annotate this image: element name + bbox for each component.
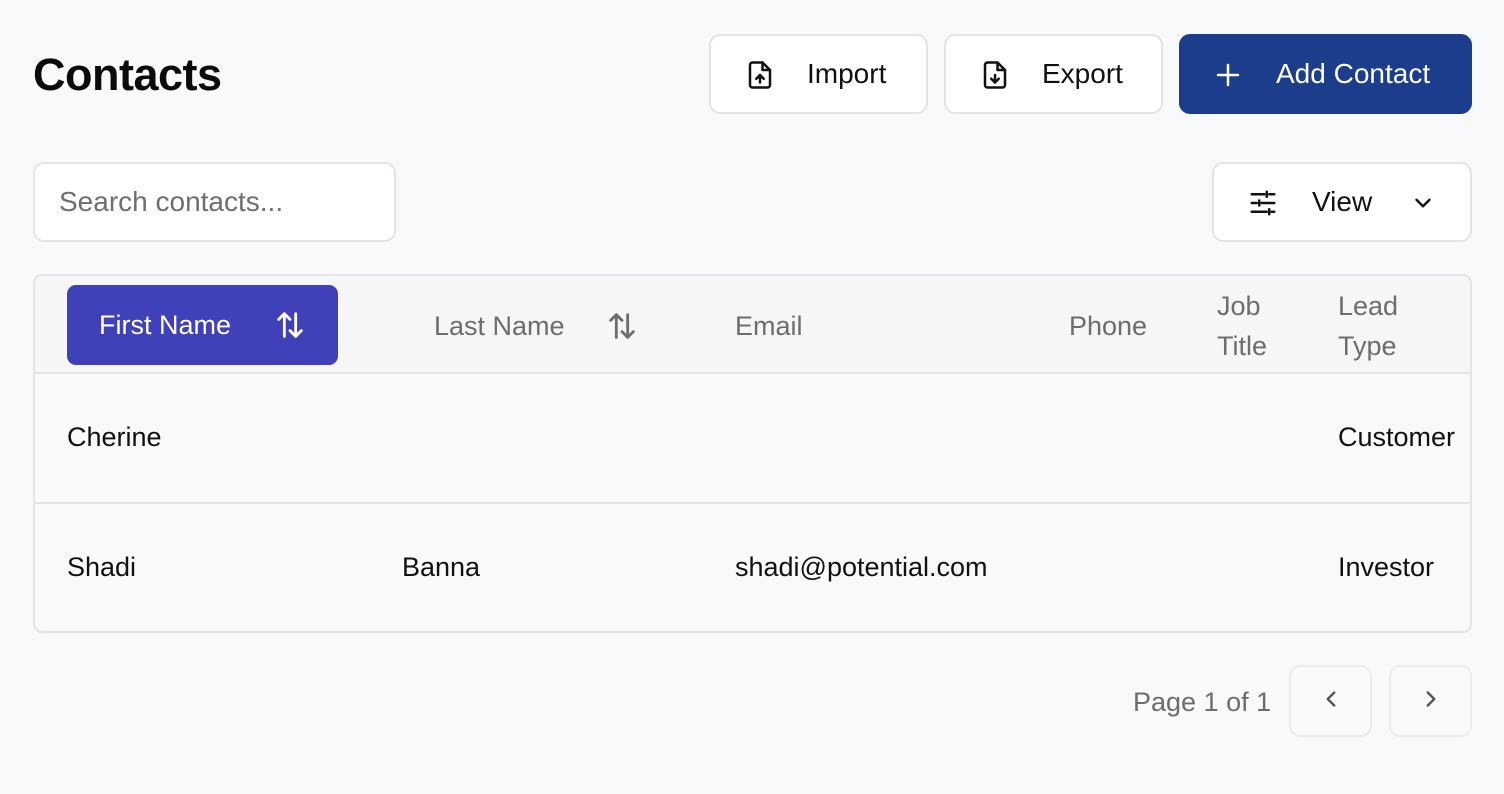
previous-page-button[interactable] [1289, 665, 1372, 737]
cell-email: shadi@potential.com [735, 552, 988, 582]
search-input[interactable] [33, 162, 396, 242]
sort-arrows-icon [273, 308, 307, 342]
chevron-left-icon [1318, 686, 1344, 717]
plus-icon [1213, 60, 1243, 90]
column-header-lead-type: Lead Type [1338, 291, 1399, 361]
next-page-button[interactable] [1389, 665, 1472, 737]
column-header-job-title: Job Title [1217, 291, 1268, 361]
sort-arrows-icon[interactable] [605, 309, 639, 343]
file-upload-icon [745, 60, 775, 90]
cell-first-name: Cherine [67, 422, 162, 452]
cell-lead-type: Customer [1338, 422, 1456, 452]
view-label: View [1312, 186, 1373, 217]
table-header: First Name Last Name Email Phone Job Tit… [35, 276, 1470, 374]
cell-first-name: Shadi [67, 552, 137, 582]
column-header-phone: Phone [1069, 311, 1148, 341]
table-row[interactable]: Cherine Customer [35, 374, 1470, 504]
sliders-icon [1248, 188, 1278, 218]
cell-lead-type: Investor [1338, 552, 1435, 582]
table-row[interactable]: Shadi Banna shadi@potential.com Investor [35, 504, 1470, 631]
chevron-down-icon [1410, 190, 1436, 216]
add-contact-label: Add Contact [1276, 58, 1431, 89]
file-download-icon [980, 60, 1010, 90]
import-label: Import [807, 58, 887, 89]
add-contact-button[interactable]: Add Contact [1179, 34, 1472, 114]
page-title: Contacts [33, 49, 222, 100]
cell-last-name: Banna [402, 552, 481, 582]
column-header-last-name[interactable]: Last Name [434, 306, 565, 346]
column-header-email: Email [735, 311, 803, 341]
export-button[interactable]: Export [944, 34, 1163, 114]
contacts-page: Contacts Import Export Add Contact Searc… [0, 0, 1504, 794]
view-options-button[interactable]: View [1212, 162, 1472, 242]
contacts-table: First Name Last Name Email Phone Job Tit… [33, 274, 1472, 633]
column-header-first-name[interactable]: First Name [67, 285, 338, 365]
export-label: Export [1042, 58, 1123, 89]
import-button[interactable]: Import [709, 34, 928, 114]
pagination-label: Page 1 of 1 [1133, 687, 1272, 717]
chevron-right-icon [1418, 686, 1444, 717]
column-label: First Name [99, 310, 232, 340]
